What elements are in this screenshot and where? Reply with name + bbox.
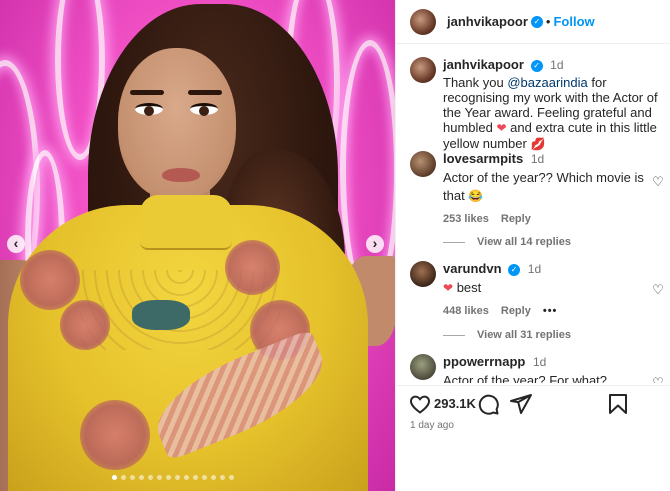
comment-text: Actor of the year?? Which movie is that …	[443, 170, 644, 203]
like-comment-heart-icon[interactable]: ♡	[651, 376, 665, 384]
follow-button[interactable]: Follow	[553, 14, 594, 29]
eyebrow-right	[188, 90, 222, 95]
red-heart-icon: ❤	[496, 121, 507, 135]
eye-left	[135, 103, 163, 116]
verified-icon: ✓	[530, 59, 543, 72]
share-icon[interactable]	[509, 392, 533, 416]
avatar[interactable]	[410, 8, 436, 35]
heart-icon[interactable]	[408, 392, 432, 416]
avatar[interactable]	[410, 151, 436, 177]
dress-flower	[225, 240, 280, 295]
more-options-icon[interactable]: •••	[543, 305, 558, 317]
comment-icon[interactable]	[476, 392, 500, 416]
red-heart-icon: ❤	[443, 281, 454, 295]
comment-time: 1d	[532, 355, 547, 369]
comment-likes[interactable]: 448 likes	[443, 305, 489, 317]
lips	[162, 168, 200, 182]
caption-text: Thank you @bazaarindia for recognising m…	[443, 75, 658, 151]
laughing-emoji: 😂	[468, 189, 484, 203]
carousel-dot	[148, 475, 153, 480]
comment-text: Actor of the year? For what?	[443, 373, 608, 383]
avatar[interactable]	[410, 57, 436, 83]
caption-username[interactable]: janhvikapoor	[443, 57, 524, 72]
view-replies-button[interactable]: View all 14 replies	[443, 236, 571, 248]
carousel-dot	[193, 475, 198, 480]
carousel-dot	[184, 475, 189, 480]
comment-likes[interactable]: 253 likes	[443, 213, 489, 225]
kiss-mark-icon: 💋	[530, 137, 546, 151]
previous-slide-button[interactable]: ‹	[7, 235, 25, 253]
like-comment-heart-icon[interactable]: ♡	[651, 283, 665, 297]
likes-count[interactable]: 293.1K	[434, 396, 476, 411]
carousel-dot	[211, 475, 216, 480]
comment-username[interactable]: ppowerrnapp	[443, 354, 525, 369]
carousel-dot	[130, 475, 135, 480]
dress-collar	[140, 195, 232, 250]
carousel-dot	[157, 475, 162, 480]
dress-brooch	[132, 300, 190, 330]
post-header: janhvikapoor ✓ • Follow	[396, 0, 670, 44]
dress-flower	[60, 300, 110, 350]
comment-username[interactable]: varundvn	[443, 261, 502, 276]
carousel-dot	[121, 475, 126, 480]
carousel-dot	[175, 475, 180, 480]
dress-flower	[20, 250, 80, 310]
bookmark-icon[interactable]	[606, 392, 630, 416]
reply-button[interactable]: Reply	[501, 305, 531, 317]
separator: •	[545, 14, 551, 29]
dress-flower	[80, 400, 150, 470]
reply-button[interactable]: Reply	[501, 213, 531, 225]
carousel-dot	[112, 475, 117, 480]
carousel-dot	[139, 475, 144, 480]
eye-right	[190, 103, 218, 116]
verified-icon: ✓	[530, 15, 543, 28]
mention-link[interactable]: @bazaarindia	[507, 75, 587, 90]
carousel-indicator	[112, 475, 234, 480]
caption-time: 1d	[550, 58, 564, 72]
comment-username[interactable]: lovesarmpits	[443, 151, 523, 166]
post-panel: janhvikapoor ✓ • Follow janhvikapoor ✓ 1…	[395, 0, 670, 491]
comment-time: 1d	[527, 262, 542, 276]
carousel-dot	[202, 475, 207, 480]
comment-text: ❤ best	[443, 280, 482, 295]
author-username[interactable]: janhvikapoor	[447, 14, 528, 29]
post-image[interactable]: ‹ ›	[0, 0, 395, 491]
view-replies-button[interactable]: View all 31 replies	[443, 329, 571, 341]
action-bar: 293.1K 1 day ago	[396, 385, 670, 445]
verified-icon: ✓	[508, 263, 521, 276]
next-slide-button[interactable]: ›	[366, 235, 384, 253]
avatar[interactable]	[410, 354, 436, 380]
avatar[interactable]	[410, 261, 436, 287]
carousel-dot	[166, 475, 171, 480]
carousel-dot	[220, 475, 225, 480]
comment-time: 1d	[530, 152, 545, 166]
eyebrow-left	[130, 90, 164, 95]
like-comment-heart-icon[interactable]: ♡	[651, 175, 665, 189]
comments-list[interactable]: janhvikapoor ✓ 1d Thank you @bazaarindia…	[396, 45, 670, 383]
post-age: 1 day ago	[410, 420, 454, 431]
carousel-dot	[229, 475, 234, 480]
